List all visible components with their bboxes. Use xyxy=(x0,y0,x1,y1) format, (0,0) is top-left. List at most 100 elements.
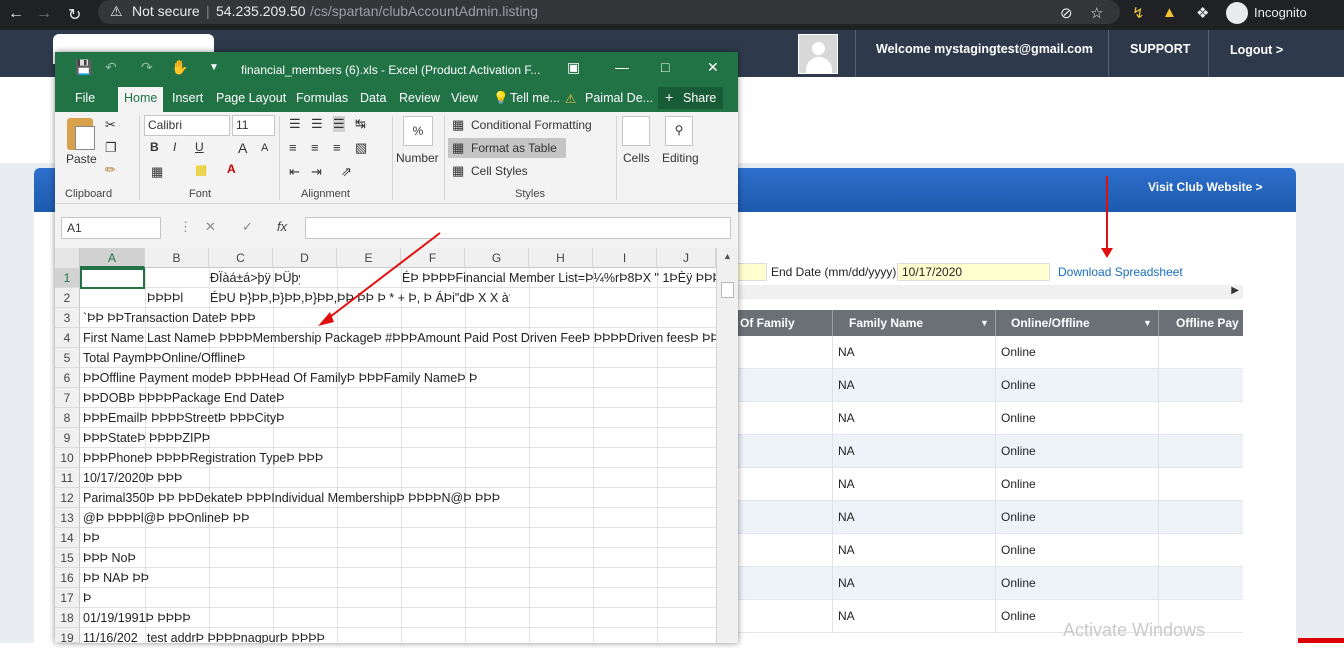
cell-text[interactable]: ÞÞÞÞl xyxy=(147,288,209,308)
tell-me-box[interactable]: Tell me... xyxy=(510,91,560,105)
tab-home[interactable]: Home xyxy=(118,87,163,112)
incognito-indicator[interactable]: Incognito xyxy=(1226,2,1334,24)
close-icon[interactable]: ✕ xyxy=(707,59,719,76)
italic-button[interactable]: I xyxy=(173,140,176,154)
filter-icon[interactable]: ▼ xyxy=(1143,318,1152,328)
row-header[interactable]: 7 xyxy=(55,388,80,408)
select-all-corner[interactable] xyxy=(55,248,80,268)
tab-view[interactable]: View xyxy=(451,91,478,105)
enter-icon[interactable]: ✓ xyxy=(242,219,253,235)
row-header[interactable]: 19 xyxy=(55,628,80,645)
cell-text[interactable]: `ÞÞ ÞÞTransaction DateÞ ÞÞÞ xyxy=(83,308,383,328)
cell-text[interactable]: @Þ ÞÞÞÞl@Þ ÞÞOnlineÞ ÞÞ xyxy=(83,508,483,528)
align-left-icon[interactable]: ≡ xyxy=(289,140,297,155)
cell-text[interactable]: Last NameÞ ÞÞÞÞMembership PackageÞ #ÞÞÞA… xyxy=(147,328,716,348)
row-header[interactable]: 14 xyxy=(55,528,80,548)
table-row[interactable]: NA Online xyxy=(737,534,1243,567)
touch-mode-icon[interactable]: ✋ xyxy=(171,59,188,76)
cell-text[interactable]: ÞÞÞEmailÞ ÞÞÞÞStreetÞ ÞÞÞCityÞ xyxy=(83,408,483,428)
wrap-text-icon[interactable]: ↹ xyxy=(355,116,366,132)
column-header[interactable]: B xyxy=(145,248,209,268)
col-head-offline[interactable]: Offline Pay xyxy=(1176,316,1239,330)
scroll-thumb[interactable] xyxy=(721,282,734,298)
col-head-family[interactable]: Of Family xyxy=(740,316,795,330)
column-header[interactable]: G xyxy=(465,248,529,268)
align-top-icon[interactable]: ☰ xyxy=(289,116,301,132)
support-link[interactable]: SUPPORT xyxy=(1130,42,1190,56)
star-icon[interactable]: ☆ xyxy=(1090,4,1103,22)
cell-text[interactable]: ÞÞÞ NoÞ xyxy=(83,548,283,568)
formula-input[interactable] xyxy=(305,217,731,239)
forward-icon[interactable]: → xyxy=(36,5,52,23)
table-row[interactable]: NA Online xyxy=(737,567,1243,600)
column-header[interactable]: A xyxy=(80,248,145,268)
cut-icon[interactable]: ✂ xyxy=(105,117,116,133)
paste-button[interactable]: Paste xyxy=(66,152,97,166)
row-header[interactable]: 8 xyxy=(55,408,80,428)
address-bar[interactable]: ⚠ Not secure | 54.235.209.50 /cs/spartan… xyxy=(98,0,1120,24)
name-box[interactable]: A1 xyxy=(61,217,161,239)
align-bottom-icon[interactable]: ☰ xyxy=(333,116,345,132)
cell-text[interactable]: ÞÞ xyxy=(83,528,283,548)
save-icon[interactable]: 💾 xyxy=(75,59,92,76)
cell-text[interactable]: ÐÏàá±á>þÿ ÞÜþÿÿÿÿþÿ ÞÞÞÞÞ xyxy=(210,268,300,288)
column-header[interactable]: I xyxy=(593,248,657,268)
row-header[interactable]: 10 xyxy=(55,448,80,468)
number-button[interactable]: Number xyxy=(396,151,439,165)
end-date-input[interactable]: 10/17/2020 xyxy=(897,263,1050,281)
row-header[interactable]: 2 xyxy=(55,288,80,308)
table-row[interactable]: NA Online xyxy=(737,402,1243,435)
scroll-up-icon[interactable]: ▲ xyxy=(723,251,732,261)
borders-icon[interactable]: ▦ xyxy=(151,164,163,180)
decrease-indent-icon[interactable]: ⇤ xyxy=(289,164,300,180)
cell-text[interactable]: ÞÞ NAÞ ÞÞ xyxy=(83,568,283,588)
search-icon[interactable]: ⚲ xyxy=(665,116,693,146)
grow-font-button[interactable]: A xyxy=(238,140,247,156)
fill-color-icon[interactable]: ▩ xyxy=(195,162,207,178)
orientation-icon[interactable]: ⇗ xyxy=(341,164,352,180)
start-date-input[interactable] xyxy=(737,263,767,281)
format-as-table-button[interactable]: Format as Table xyxy=(471,141,557,155)
cell-text[interactable]: ÞÞOffline Payment modeÞ ÞÞÞHead Of Famil… xyxy=(83,368,583,388)
maximize-icon[interactable]: □ xyxy=(661,59,669,75)
cell-text[interactable]: First Name xyxy=(83,328,145,348)
tab-insert[interactable]: Insert xyxy=(172,91,203,105)
cells-button[interactable]: Cells xyxy=(623,151,650,165)
col-head-online[interactable]: Online/Offline xyxy=(1011,316,1090,330)
row-header[interactable]: 1 xyxy=(55,268,80,288)
editing-button[interactable]: Editing xyxy=(662,151,699,165)
drive-extension-icon[interactable]: ▲ xyxy=(1162,4,1177,21)
visit-club-link[interactable]: Visit Club Website > xyxy=(1148,180,1263,194)
cell-text[interactable]: ÉÞU Þ}ÞÞ,Þ}ÞÞ,Þ}ÞÞ,ÞÞ ÞÞ Þ * + Þ, Þ ÁÞi"… xyxy=(210,288,510,308)
eye-off-icon[interactable]: ⊘ xyxy=(1060,4,1073,22)
number-format-icon[interactable]: % xyxy=(403,116,433,146)
cell-text[interactable]: 01/19/1991Þ ÞÞÞÞ xyxy=(83,608,383,628)
lightning-extension-icon[interactable]: ↯ xyxy=(1132,4,1145,22)
tab-file[interactable]: File xyxy=(75,91,95,105)
tab-page-layout[interactable]: Page Layout xyxy=(216,91,286,105)
font-family-select[interactable]: Calibri xyxy=(144,115,230,136)
row-header[interactable]: 16 xyxy=(55,568,80,588)
tab-formulas[interactable]: Formulas xyxy=(296,91,348,105)
row-header[interactable]: 5 xyxy=(55,348,80,368)
table-row[interactable]: NA Online xyxy=(737,468,1243,501)
align-middle-icon[interactable]: ☰ xyxy=(311,116,323,132)
underline-button[interactable]: U xyxy=(195,140,204,154)
scroll-right-icon[interactable]: ▶ xyxy=(1231,285,1239,296)
cell-text[interactable]: ÞÞÞStateÞ ÞÞÞÞZIPÞ xyxy=(83,428,483,448)
bold-button[interactable]: B xyxy=(150,140,159,154)
cell-text[interactable]: ÞÞÞPhoneÞ ÞÞÞÞRegistration TypeÞ ÞÞÞ xyxy=(83,448,483,468)
font-size-select[interactable]: 11 xyxy=(232,115,275,136)
download-spreadsheet-link[interactable]: Download Spreadsheet xyxy=(1058,265,1183,279)
column-header[interactable]: E xyxy=(337,248,401,268)
align-center-icon[interactable]: ≡ xyxy=(311,140,319,155)
table-row[interactable]: NA Online xyxy=(737,501,1243,534)
align-right-icon[interactable]: ≡ xyxy=(333,140,341,155)
ribbon-display-icon[interactable]: ▣ xyxy=(567,59,580,76)
selected-cell-a1[interactable] xyxy=(80,268,145,289)
filter-icon[interactable]: ▼ xyxy=(980,318,989,328)
table-row[interactable]: NA Online xyxy=(737,435,1243,468)
row-header[interactable]: 15 xyxy=(55,548,80,568)
column-header[interactable]: H xyxy=(529,248,593,268)
puzzle-icon[interactable]: ❖ xyxy=(1196,4,1209,22)
